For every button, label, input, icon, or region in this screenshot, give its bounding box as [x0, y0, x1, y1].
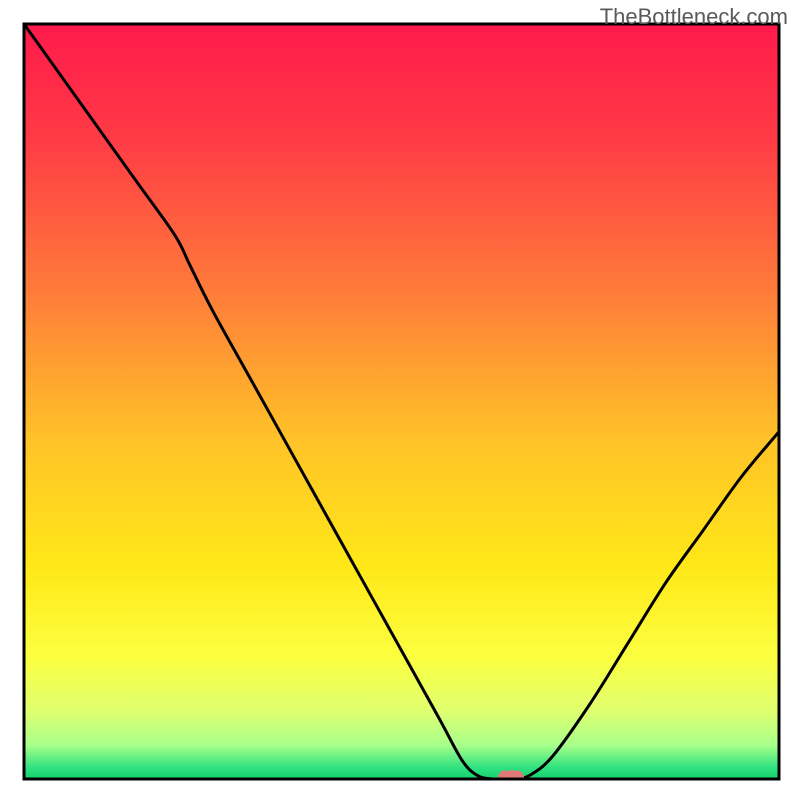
optimal-marker — [498, 770, 524, 784]
gradient-background — [24, 24, 779, 779]
watermark-text: TheBottleneck.com — [600, 4, 788, 30]
chart-svg — [0, 0, 800, 800]
bottleneck-chart: TheBottleneck.com — [0, 0, 800, 800]
